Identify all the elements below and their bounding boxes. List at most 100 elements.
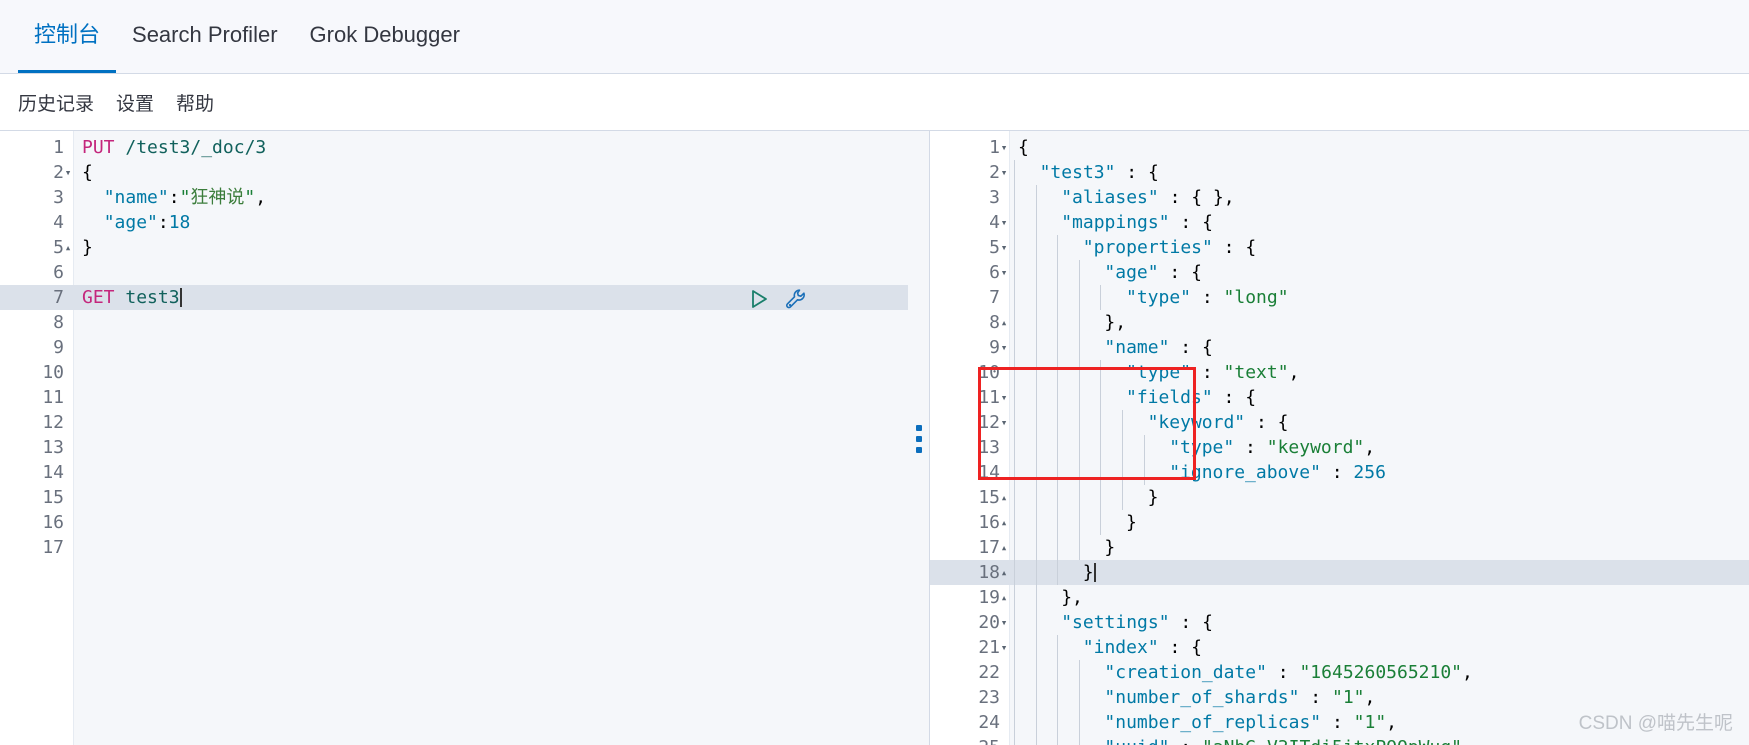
token: 狂神说: [190, 187, 245, 208]
code-line[interactable]: 19 ▴},: [930, 585, 1749, 610]
code-line[interactable]: 20 ▾ "settings" : {: [930, 610, 1749, 635]
fold-close-icon[interactable]: ▴: [998, 585, 1010, 610]
code-line[interactable]: 7 GET test3: [0, 285, 908, 310]
code-line[interactable]: 5 ▴}: [0, 235, 908, 260]
line-number: 10: [978, 362, 1000, 383]
token: {: [1277, 412, 1289, 433]
line-text: {: [1014, 135, 1029, 160]
response-editor-panel[interactable]: 1 ▾{2 ▾ "test3" : {3 "aliases" : { }, 4 ▾ "mapp…: [930, 131, 1749, 745]
code-line[interactable]: 8: [0, 310, 908, 335]
fold-close-icon[interactable]: ▴: [998, 310, 1010, 335]
code-line[interactable]: 4 "age":18: [0, 210, 908, 235]
code-line[interactable]: 15 ▴}: [930, 485, 1749, 510]
fold-close-icon[interactable]: ▴: [998, 510, 1010, 535]
code-line[interactable]: 8 ▴},: [930, 310, 1749, 335]
fold-open-icon[interactable]: ▾: [998, 210, 1010, 235]
line-gutter: 7: [930, 285, 1010, 310]
play-icon[interactable]: [748, 288, 770, 310]
line-gutter: 3: [930, 185, 1010, 210]
code-line[interactable]: 18 ▴}: [930, 560, 1749, 585]
token: "text": [1223, 362, 1289, 383]
line-number: 21: [978, 637, 1000, 658]
code-line[interactable]: 21 ▾ "index" : {: [930, 635, 1749, 660]
fold-close-icon[interactable]: ▴: [998, 535, 1010, 560]
fold-open-icon[interactable]: ▾: [998, 410, 1010, 435]
code-line[interactable]: 6: [0, 260, 908, 285]
token: :: [1320, 462, 1354, 483]
code-line[interactable]: 16 ▴}: [930, 510, 1749, 535]
line-number: 6: [53, 262, 64, 283]
code-line[interactable]: 9: [0, 335, 908, 360]
code-line[interactable]: 7 "type" : "long": [930, 285, 1749, 310]
code-line[interactable]: 22 "creation_date" : "1645260565210",: [930, 660, 1749, 685]
fold-close-icon[interactable]: ▴: [998, 560, 1010, 585]
code-line[interactable]: 14 "ignore_above" : 256: [930, 460, 1749, 485]
token: {: [1245, 387, 1257, 408]
code-line[interactable]: 17 ▴}: [930, 535, 1749, 560]
line-number: 14: [42, 462, 64, 483]
code-line[interactable]: 14: [0, 460, 908, 485]
tab-search-profiler[interactable]: Search Profiler: [116, 0, 294, 73]
code-line[interactable]: 1 ▾ {: [930, 135, 1749, 160]
line-gutter: 18 ▴: [930, 560, 1010, 585]
code-line[interactable]: 3 "aliases" : { },: [930, 185, 1749, 210]
panel-drag-handle[interactable]: [908, 131, 930, 745]
line-gutter: 20 ▾: [930, 610, 1010, 635]
editors-region: 1 PUT /test3/_doc/3 2 ▾{3 "name":"狂神说", 4 "a…: [0, 130, 1749, 745]
fold-open-icon[interactable]: ▾: [998, 235, 1010, 260]
code-line[interactable]: 9 ▾ "name" : {: [930, 335, 1749, 360]
code-line[interactable]: 10 "type" : "text",: [930, 360, 1749, 385]
request-editor-panel[interactable]: 1 PUT /test3/_doc/3 2 ▾{3 "name":"狂神说", 4 "a…: [0, 131, 908, 745]
code-line[interactable]: 11 ▾ "fields" : {: [930, 385, 1749, 410]
token: ,: [1364, 687, 1376, 708]
code-line[interactable]: 17: [0, 535, 908, 560]
line-number: 12: [42, 412, 64, 433]
fold-open-icon[interactable]: ▾: [998, 635, 1010, 660]
code-line[interactable]: 1 PUT /test3/_doc/3: [0, 135, 908, 160]
fold-close-icon[interactable]: ▴: [998, 485, 1010, 510]
code-line[interactable]: 23 "number_of_shards" : "1",: [930, 685, 1749, 710]
fold-open-icon[interactable]: ▾: [998, 160, 1010, 185]
submenu-item-help[interactable]: 帮助: [176, 89, 214, 116]
line-text: "ignore_above" : 256: [1165, 460, 1386, 485]
token: {: [1191, 262, 1202, 283]
code-line[interactable]: 2 ▾ "test3" : {: [930, 160, 1749, 185]
code-line[interactable]: 16: [0, 510, 908, 535]
code-line[interactable]: 13 "type" : "keyword",: [930, 435, 1749, 460]
token: 256: [1353, 462, 1386, 483]
code-line[interactable]: 10: [0, 360, 908, 385]
code-line[interactable]: 12: [0, 410, 908, 435]
wrench-icon[interactable]: [784, 287, 808, 311]
fold-open-icon[interactable]: ▾: [62, 160, 74, 185]
fold-close-icon[interactable]: ▴: [62, 235, 74, 260]
fold-open-icon[interactable]: ▾: [998, 610, 1010, 635]
token: ,: [1462, 662, 1473, 683]
line-number: 8: [989, 312, 1000, 333]
line-number: 13: [978, 437, 1000, 458]
fold-open-icon[interactable]: ▾: [998, 385, 1010, 410]
tab-console[interactable]: 控制台: [18, 0, 117, 73]
token: }: [1126, 512, 1137, 533]
code-line[interactable]: 25 "uuid" : "aNbG_V3ITdi5itxPQQpWug",: [930, 735, 1749, 745]
line-text: }: [1144, 485, 1159, 510]
tab-grok-debugger[interactable]: Grok Debugger: [294, 0, 476, 73]
line-text: }: [1079, 560, 1096, 585]
code-line[interactable]: 12 ▾ "keyword" : {: [930, 410, 1749, 435]
submenu-item-settings[interactable]: 设置: [116, 89, 154, 116]
code-line[interactable]: 13: [0, 435, 908, 460]
code-line[interactable]: 11: [0, 385, 908, 410]
line-text: {: [78, 160, 93, 185]
fold-open-icon[interactable]: ▾: [998, 135, 1010, 160]
fold-open-icon[interactable]: ▾: [998, 260, 1010, 285]
code-line[interactable]: 2 ▾ {: [0, 160, 908, 185]
code-line[interactable]: 4 ▾ "mappings" : {: [930, 210, 1749, 235]
fold-open-icon[interactable]: ▾: [998, 335, 1010, 360]
code-line[interactable]: 6 ▾ "age" : {: [930, 260, 1749, 285]
code-line[interactable]: 3 "name":"狂神说",: [0, 185, 908, 210]
token: ": [179, 187, 191, 208]
line-gutter: 15: [0, 485, 74, 510]
code-line[interactable]: 15: [0, 485, 908, 510]
submenu-item-history[interactable]: 历史记录: [18, 89, 94, 116]
code-line[interactable]: 5 ▾ "properties" : {: [930, 235, 1749, 260]
